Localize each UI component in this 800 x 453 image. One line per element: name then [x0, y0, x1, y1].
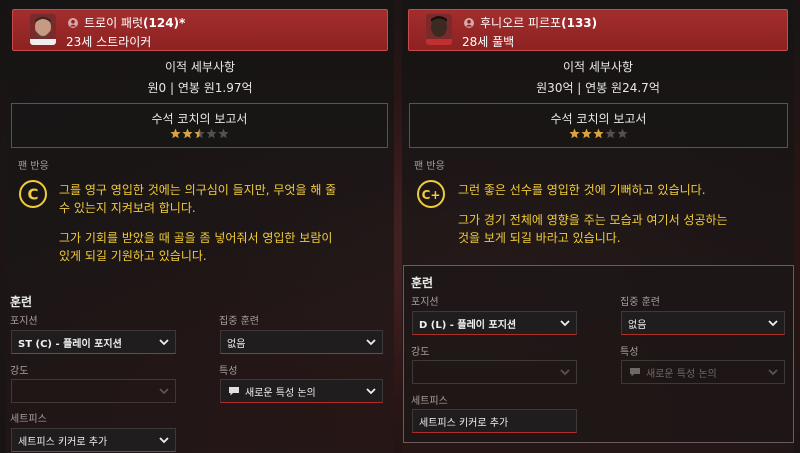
focus-training-label: 집중 훈련 — [620, 297, 660, 308]
coach-report-box[interactable]: 수석 코치의 보고서 — [409, 103, 788, 148]
star-full-icon — [581, 128, 592, 139]
intensity-label: 강도 — [411, 347, 430, 358]
coach-report-title: 수석 코치의 보고서 — [550, 112, 647, 126]
star-full-icon — [569, 128, 580, 139]
player-avatar — [426, 14, 452, 45]
grade-c-icon: C — [19, 180, 47, 208]
position-label: 포지션 — [411, 297, 439, 308]
fan-line: 것을 보게 되길 바라고 있습니다. — [458, 231, 621, 245]
traits-label: 특성 — [620, 347, 639, 358]
chevron-down-icon — [159, 339, 169, 346]
star-full-icon — [170, 128, 181, 139]
position-value: D (L) - 플레이 포지션 — [419, 319, 517, 331]
focus-training-value: 없음 — [628, 319, 647, 331]
svg-text:C+: C+ — [422, 188, 441, 202]
setpiece-value: 세트피스 키커로 추가 — [18, 436, 108, 448]
star-empty-icon — [605, 128, 616, 139]
intensity-dropdown — [11, 379, 176, 403]
star-full-icon — [182, 128, 193, 139]
star-empty-icon — [206, 128, 217, 139]
setpiece-label: 세트피스 — [10, 414, 47, 425]
star-empty-icon — [617, 128, 628, 139]
svg-text:C: C — [27, 186, 38, 204]
fan-line: 있게 되길 기원하고 있습니다. — [59, 249, 207, 263]
traits-value: 새로운 특성 논의 — [646, 368, 717, 380]
grade-c-plus-icon: C+ — [417, 180, 445, 208]
star-empty-icon — [218, 128, 229, 139]
setpiece-value: 세트피스 키커로 추가 — [419, 417, 509, 429]
left-player-panel: 트로이 패럿(124)* 23세 스트라이커 이적 세부사항 원0 | 연봉 원… — [6, 0, 394, 453]
fan-line: 그가 기회를 받았을 때 골을 좀 넣어줘서 영입한 보람이 — [59, 231, 333, 245]
setpiece-dropdown[interactable]: 세트피스 키커로 추가 — [11, 428, 176, 452]
fan-reaction-text: 그런 좋은 선수를 영입한 것에 기뻐하고 있습니다. 그가 경기 전체에 영향… — [458, 181, 728, 247]
focus-training-dropdown[interactable]: 없음 — [220, 330, 383, 354]
setpiece-label: 세트피스 — [411, 396, 448, 407]
training-box: 훈련 포지션 D (L) - 플레이 포지션 집중 훈련 없음 강도 특성 새로… — [403, 265, 794, 443]
chevron-down-icon — [768, 369, 778, 376]
intensity-dropdown — [412, 360, 577, 384]
traits-label: 특성 — [219, 366, 238, 377]
player-name[interactable]: 트로이 패럿(124)* — [84, 14, 185, 31]
transfer-fee-wage: 원0 | 연봉 원1.97억 — [147, 81, 253, 95]
chevron-down-icon — [560, 320, 570, 327]
right-player-panel: 후니오르 피르포(133) 28세 풀백 이적 세부사항 원30억 | 연봉 원… — [402, 0, 794, 453]
star-full-icon — [593, 128, 604, 139]
chevron-down-icon — [366, 388, 376, 395]
player-header[interactable]: 후니오르 피르포(133) 28세 풀백 — [408, 9, 788, 51]
chevron-down-icon — [560, 369, 570, 376]
training-title: 훈련 — [10, 295, 33, 309]
fan-line: 그런 좋은 선수를 영입한 것에 기뻐하고 있습니다. — [458, 183, 706, 197]
chevron-down-icon — [159, 437, 169, 444]
player-header[interactable]: 트로이 패럿(124)* 23세 스트라이커 — [12, 9, 388, 51]
coach-report-box[interactable]: 수석 코치의 보고서 — [11, 103, 388, 148]
training-title: 훈련 — [411, 276, 434, 290]
chevron-down-icon — [366, 339, 376, 346]
coach-report-title: 수석 코치의 보고서 — [151, 112, 248, 126]
player-age-position: 28세 풀백 — [462, 35, 515, 49]
fan-line: 그가 경기 전체에 영향을 주는 모습과 여기서 성공하는 — [458, 213, 728, 227]
chat-bubble-icon — [229, 387, 239, 396]
fan-line: 수 있는지 지켜보려 합니다. — [59, 201, 196, 215]
focus-training-dropdown[interactable]: 없음 — [621, 311, 785, 335]
traits-value: 새로운 특성 논의 — [245, 387, 316, 399]
fan-line: 그를 영구 영입한 것에는 의구심이 들지만, 무엇을 해 줄 — [59, 183, 337, 197]
setpiece-dropdown[interactable]: 세트피스 키커로 추가 — [412, 409, 577, 433]
fan-reaction-label: 팬 반응 — [18, 161, 49, 172]
transfer-details-title: 이적 세부사항 — [164, 60, 236, 74]
focus-training-label: 집중 훈련 — [219, 316, 259, 327]
transfer-details-title: 이적 세부사항 — [562, 60, 634, 74]
transfer-fee-wage: 원30억 | 연봉 원24.7억 — [536, 81, 660, 95]
fan-reaction-text: 그를 영구 영입한 것에는 의구심이 들지만, 무엇을 해 줄 수 있는지 지켜… — [59, 181, 336, 265]
chat-bubble-icon — [630, 368, 640, 377]
position-label: 포지션 — [10, 316, 38, 327]
position-dropdown[interactable]: ST (C) - 플레이 포지션 — [11, 330, 176, 354]
focus-training-value: 없음 — [227, 338, 246, 350]
star-half-icon — [194, 128, 205, 139]
fan-reaction-label: 팬 반응 — [414, 161, 445, 172]
player-name[interactable]: 후니오르 피르포(133) — [480, 14, 597, 31]
player-age-position: 23세 스트라이커 — [66, 35, 152, 49]
star-rating — [12, 128, 387, 139]
player-avatar — [30, 14, 56, 45]
position-value: ST (C) - 플레이 포지션 — [18, 338, 122, 350]
traits-dropdown: 새로운 특성 논의 — [621, 360, 785, 384]
person-icon — [464, 17, 474, 28]
traits-dropdown[interactable]: 새로운 특성 논의 — [220, 379, 383, 403]
position-dropdown[interactable]: D (L) - 플레이 포지션 — [412, 311, 577, 335]
star-rating — [410, 128, 787, 139]
chevron-down-icon — [768, 320, 778, 327]
chevron-down-icon — [159, 388, 169, 395]
intensity-label: 강도 — [10, 366, 29, 377]
person-icon — [68, 17, 78, 28]
